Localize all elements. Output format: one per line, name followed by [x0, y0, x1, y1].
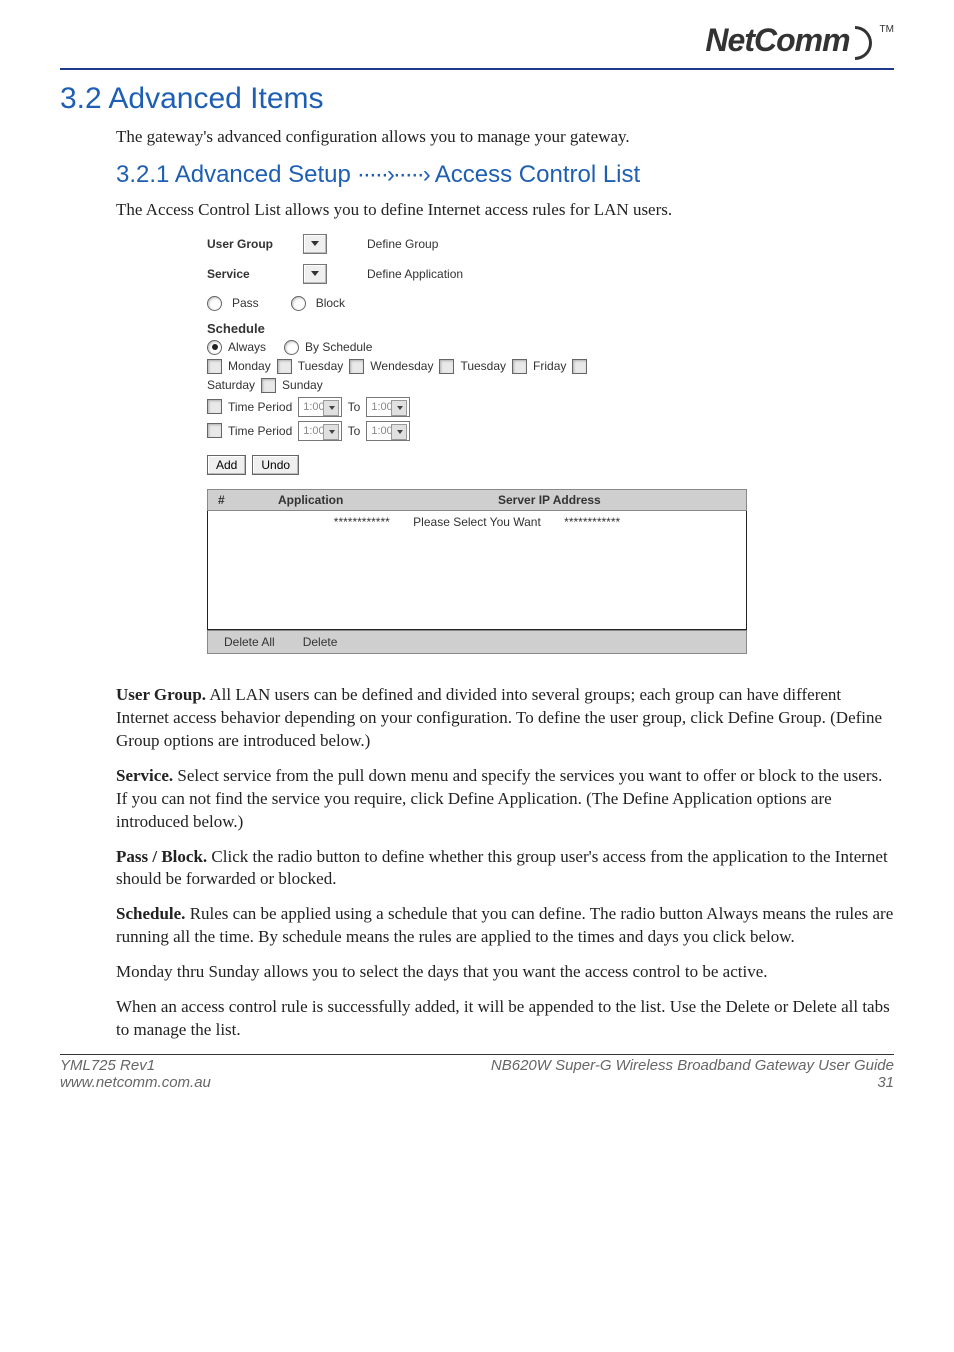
footer-left-1: YML725 Rev1: [60, 1057, 211, 1074]
by-schedule-label: By Schedule: [305, 340, 372, 354]
define-application-link[interactable]: Define Application: [367, 267, 463, 281]
subsection-heading: 3.2.1 Advanced Setup ·····›·····› Access…: [116, 161, 894, 189]
stars-left: ************: [334, 515, 390, 529]
descriptions: User Group. All LAN users can be defined…: [116, 684, 894, 1042]
time-period-1-checkbox[interactable]: [207, 399, 222, 414]
day-label: Friday: [533, 359, 566, 373]
footer-right-2: 31: [491, 1074, 894, 1091]
time-to-2-select[interactable]: 1:00: [366, 421, 409, 441]
undo-button[interactable]: Undo: [252, 455, 299, 475]
service-desc: Select service from the pull down menu a…: [116, 766, 882, 831]
col-num: #: [208, 493, 278, 507]
page-footer: YML725 Rev1 www.netcomm.com.au NB620W Su…: [60, 1057, 894, 1091]
brand-arc-icon: [856, 24, 874, 56]
service-select[interactable]: [303, 264, 327, 284]
list-desc: When an access control rule is successfu…: [116, 996, 894, 1042]
service-label: Service: [207, 267, 293, 281]
define-group-link[interactable]: Define Group: [367, 237, 438, 251]
by-schedule-radio[interactable]: [284, 340, 299, 355]
brand-name: NetComm: [705, 22, 849, 59]
day-checkbox-wed[interactable]: [349, 359, 364, 374]
time-from-1-select[interactable]: 1:00: [298, 397, 341, 417]
day-checkbox-mon[interactable]: [207, 359, 222, 374]
pass-radio[interactable]: [207, 296, 222, 311]
day-checkbox-sat[interactable]: [572, 359, 587, 374]
days-desc: Monday thru Sunday allows you to select …: [116, 961, 894, 984]
day-label: Tuesday: [298, 359, 344, 373]
col-ip: Server IP Address: [498, 493, 746, 507]
day-checkbox-fri[interactable]: [512, 359, 527, 374]
day-checkbox-tue2[interactable]: [439, 359, 454, 374]
schedule-term: Schedule.: [116, 904, 185, 923]
time-period-2-label: Time Period: [228, 424, 292, 438]
header-divider: [60, 68, 894, 70]
acl-table-header: # Application Server IP Address: [207, 489, 747, 511]
user-group-label: User Group: [207, 237, 293, 251]
pass-block-desc: Click the radio button to define whether…: [116, 847, 888, 889]
user-group-desc: All LAN users can be defined and divided…: [116, 685, 882, 750]
section-heading: 3.2 Advanced Items: [60, 82, 894, 116]
day-checkbox-sun[interactable]: [261, 378, 276, 393]
schedule-desc: Rules can be applied using a schedule th…: [116, 904, 893, 946]
footer-divider: [60, 1054, 894, 1055]
day-checkbox-tue[interactable]: [277, 359, 292, 374]
delete-all-button[interactable]: Delete All: [214, 635, 285, 649]
stars-right: ************: [564, 515, 620, 529]
user-group-select[interactable]: [303, 234, 327, 254]
day-label: Monday: [228, 359, 271, 373]
pass-label: Pass: [232, 296, 259, 310]
to-label: To: [348, 424, 361, 438]
time-from-2-select[interactable]: 1:00: [298, 421, 341, 441]
h3-post: Access Control List: [435, 161, 640, 189]
footer-right-1: NB620W Super-G Wireless Broadband Gatewa…: [491, 1057, 894, 1074]
pass-block-term: Pass / Block.: [116, 847, 207, 866]
day-label: Sunday: [282, 378, 323, 392]
subsection-intro: The Access Control List allows you to de…: [116, 199, 894, 222]
acl-table-footer: Delete All Delete: [207, 630, 747, 654]
time-to-1-select[interactable]: 1:00: [366, 397, 409, 417]
brand-logo: NetComm TM: [60, 20, 894, 60]
screenshot-panel: User Group Define Group Service Define A…: [207, 234, 747, 654]
block-radio[interactable]: [291, 296, 306, 311]
arrow-icon: ·····›·····›: [357, 161, 429, 189]
brand-tm: TM: [880, 24, 894, 35]
time-period-2-checkbox[interactable]: [207, 423, 222, 438]
acl-table-body: ************ Please Select You Want ****…: [207, 511, 747, 630]
footer-left-2: www.netcomm.com.au: [60, 1074, 211, 1091]
h3-pre: 3.2.1 Advanced Setup: [116, 161, 351, 189]
block-label: Block: [316, 296, 345, 310]
delete-button[interactable]: Delete: [293, 635, 348, 649]
col-app: Application: [278, 493, 498, 507]
day-label: Tuesday: [460, 359, 506, 373]
please-select: Please Select You Want: [413, 515, 541, 529]
section-intro: The gateway's advanced configuration all…: [116, 126, 894, 149]
day-label: Wendesday: [370, 359, 433, 373]
service-term: Service.: [116, 766, 173, 785]
add-button[interactable]: Add: [207, 455, 246, 475]
day-label: Saturday: [207, 378, 255, 392]
always-label: Always: [228, 340, 266, 354]
time-period-1-label: Time Period: [228, 400, 292, 414]
to-label: To: [348, 400, 361, 414]
schedule-heading: Schedule: [207, 321, 747, 336]
user-group-term: User Group.: [116, 685, 206, 704]
always-radio[interactable]: [207, 340, 222, 355]
